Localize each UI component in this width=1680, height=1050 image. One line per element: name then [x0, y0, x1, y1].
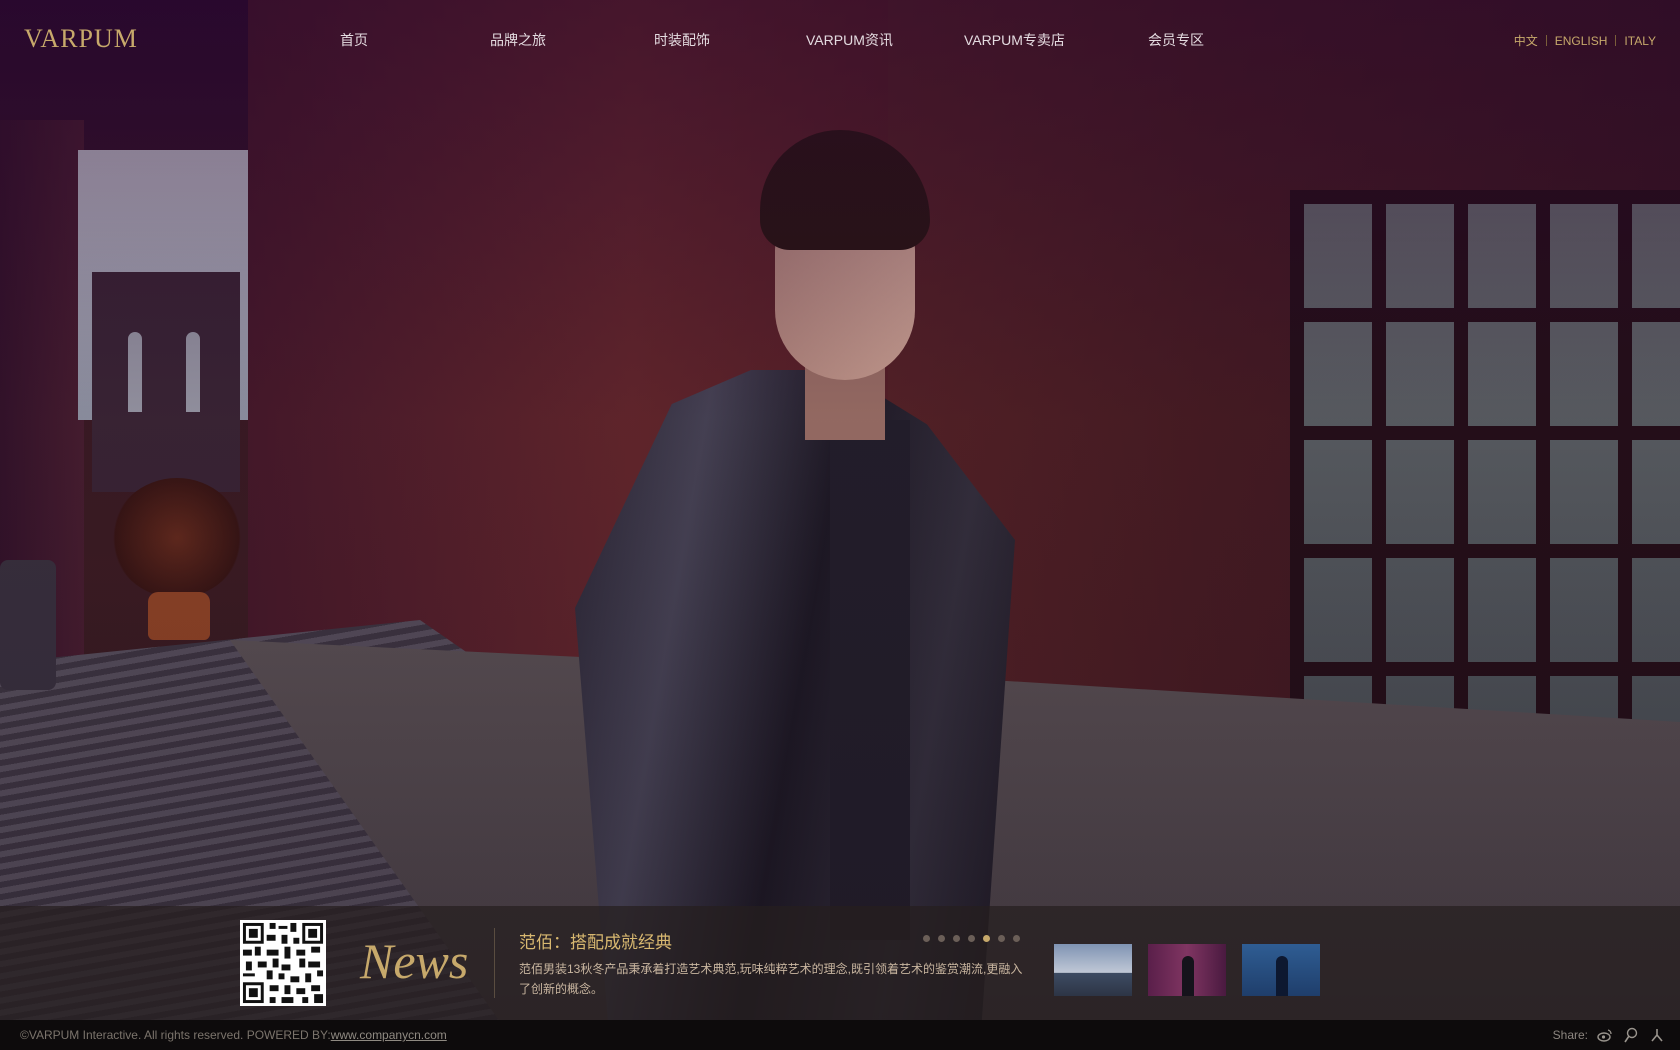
- slide-dot[interactable]: [968, 935, 975, 942]
- news-title[interactable]: 范佰：搭配成就经典: [519, 928, 672, 953]
- slide-dot[interactable]: [998, 935, 1005, 942]
- lang-chinese[interactable]: 中文: [1514, 32, 1538, 49]
- site-header: VARPUM 首页 品牌之旅 时装配饰 VARPUM资讯 VARPUM专卖店 会…: [0, 0, 1680, 80]
- news-divider: [494, 928, 495, 998]
- slide-indicator: [923, 935, 1020, 942]
- main-nav: 首页 品牌之旅 时装配饰 VARPUM资讯 VARPUM专卖店 会员专区: [330, 30, 1310, 54]
- weibo-icon[interactable]: [1596, 1026, 1614, 1044]
- lang-divider: [1615, 35, 1617, 46]
- slide-dot[interactable]: [938, 935, 945, 942]
- thumbnail-strip: [1054, 944, 1320, 996]
- news-strip: News 范佰：搭配成就经典 范佰男装13秋冬产品秉承着打造艺术典范,玩味纯粹艺…: [0, 906, 1680, 1020]
- share-bar: Share:: [1553, 1026, 1666, 1044]
- nav-item-stores[interactable]: VARPUM专卖店: [964, 30, 1065, 50]
- brand-logo[interactable]: VARPUM: [24, 24, 138, 54]
- nav-item-brand[interactable]: 品牌之旅: [490, 30, 546, 50]
- nav-item-members[interactable]: 会员专区: [1148, 30, 1204, 50]
- slide-dot[interactable]: [953, 935, 960, 942]
- copyright-text: ©VARPUM Interactive. All rights reserved…: [20, 1028, 447, 1042]
- thumbnail-bridge-scene[interactable]: [1054, 944, 1132, 996]
- hero-banner-image: [0, 0, 1680, 1050]
- copyright-label: ©VARPUM Interactive. All rights reserved…: [20, 1028, 331, 1042]
- renren-icon[interactable]: [1648, 1026, 1666, 1044]
- slide-dot[interactable]: [983, 935, 990, 942]
- lang-english[interactable]: ENGLISH: [1555, 34, 1608, 48]
- slide-dot[interactable]: [923, 935, 930, 942]
- powered-by-link[interactable]: www.companycn.com: [331, 1028, 447, 1042]
- qr-code-icon: [240, 920, 326, 1006]
- nav-item-news[interactable]: VARPUM资讯: [806, 30, 893, 50]
- thumbnail-blue-model[interactable]: [1242, 944, 1320, 996]
- qr-code: [240, 920, 326, 1006]
- tencent-weibo-icon[interactable]: [1622, 1026, 1640, 1044]
- nav-item-home[interactable]: 首页: [340, 30, 368, 50]
- share-label: Share:: [1552, 1028, 1588, 1042]
- news-description: 范佰男装13秋冬产品秉承着打造艺术典范,玩味纯粹艺术的理念,既引领着艺术的鉴赏潮…: [519, 962, 1023, 996]
- nav-item-fashion[interactable]: 时装配饰: [654, 30, 710, 50]
- slide-dot[interactable]: [1013, 935, 1020, 942]
- thumbnail-street-model[interactable]: [1148, 944, 1226, 996]
- site-footer: ©VARPUM Interactive. All rights reserved…: [0, 1020, 1680, 1050]
- news-logo: News: [360, 933, 469, 989]
- lang-italy[interactable]: ITALY: [1624, 34, 1656, 48]
- lang-divider: [1545, 35, 1547, 46]
- language-switcher: 中文 ENGLISH ITALY: [1514, 32, 1656, 49]
